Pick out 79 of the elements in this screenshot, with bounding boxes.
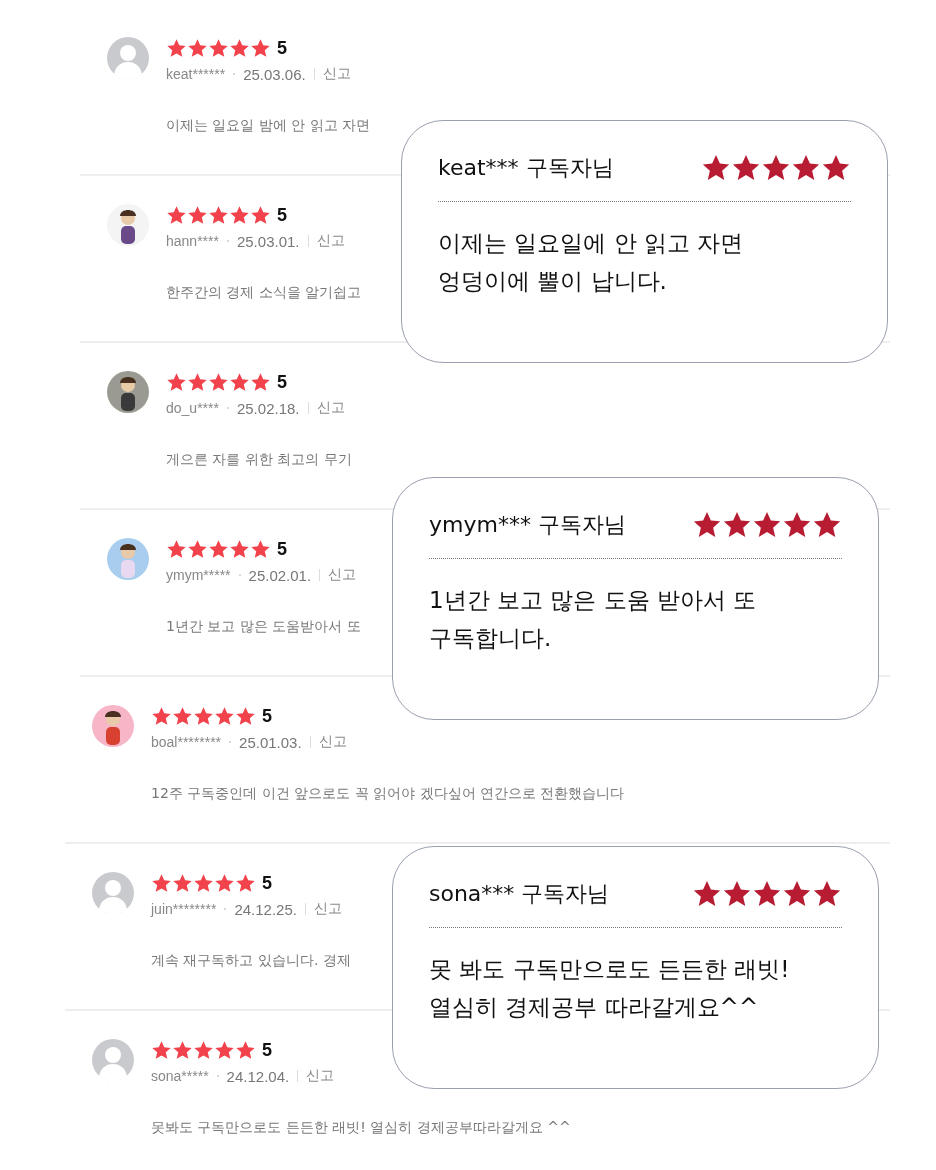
report-link[interactable]: 신고 xyxy=(306,1067,335,1085)
avatar-icon xyxy=(92,1039,134,1081)
star-icon xyxy=(214,1039,235,1061)
subscriber-name: ymym*** 구독자님 xyxy=(429,511,626,539)
star-icon xyxy=(193,1039,214,1061)
star-icon xyxy=(151,872,172,894)
star-icon xyxy=(235,1039,256,1061)
star-icon xyxy=(166,37,187,59)
star-icon xyxy=(172,1039,193,1061)
rating-score: 5 xyxy=(262,1039,272,1061)
review-text: 12주 구독중인데 이건 앞으로도 꼭 읽어야 겠다싶어 연간으로 전환했습니다 xyxy=(151,785,625,803)
callout-text: 1년간 보고 많은 도움 받아서 또 구독합니다. xyxy=(429,586,758,653)
avatar-icon xyxy=(92,872,134,914)
callout-text: 이제는 일요일에 안 읽고 자면 엉덩이에 뿔이 납니다. xyxy=(438,229,745,296)
rating-score: 5 xyxy=(277,204,287,226)
review-date: 25.01.03. xyxy=(239,733,302,751)
report-link[interactable]: 신고 xyxy=(316,232,345,250)
star-icon xyxy=(235,872,256,894)
rating-score: 5 xyxy=(277,538,287,560)
star-icon xyxy=(250,538,271,560)
review-text: 한주간의 경제 소식을 알기쉽고 xyxy=(166,284,362,302)
star-icon xyxy=(193,872,214,894)
report-link[interactable]: 신고 xyxy=(316,399,345,417)
star-icon xyxy=(229,204,250,226)
star-icon xyxy=(208,371,229,393)
star-icon xyxy=(187,371,208,393)
user-name: ymym***** xyxy=(166,567,231,583)
user-name: do_u**** xyxy=(166,400,219,416)
star-icon xyxy=(208,37,229,59)
avatar-icon xyxy=(107,37,149,79)
star-icon xyxy=(229,371,250,393)
star-icon xyxy=(250,371,271,393)
star-icon xyxy=(187,37,208,59)
review-text: 못봐도 구독만으로도 든든한 래빗! 열심히 경제공부따라갈게요 ^^ xyxy=(151,1119,571,1137)
report-link[interactable]: 신고 xyxy=(313,900,342,918)
review-date: 25.02.01. xyxy=(248,566,312,584)
star-icon xyxy=(193,705,214,727)
user-name: keat****** xyxy=(166,66,226,82)
report-link[interactable]: 신고 xyxy=(322,65,351,83)
star-icon xyxy=(151,1039,172,1061)
star-icon xyxy=(166,204,187,226)
report-link[interactable]: 신고 xyxy=(328,566,357,584)
star-icon xyxy=(166,538,187,560)
star-icon xyxy=(229,538,250,560)
star-icon xyxy=(166,371,187,393)
review-date: 24.12.25. xyxy=(234,900,297,918)
star-icon xyxy=(214,705,235,727)
rating-score: 5 xyxy=(277,37,287,59)
user-name: juin******** xyxy=(151,901,217,917)
review-text: 계속 재구독하고 있습니다. 경제 xyxy=(151,952,351,970)
star-icon xyxy=(235,705,256,727)
review-date: 25.02.18. xyxy=(236,399,300,417)
user-name: hann**** xyxy=(166,233,219,249)
callout-text: 못 봐도 구독만으로도 든든한 래빗! 열심히 경제공부 따라갈게요^^ xyxy=(429,955,791,1022)
star-icon xyxy=(229,37,250,59)
review-date: 24.12.04. xyxy=(226,1067,290,1085)
review-text: 1년간 보고 많은 도움받아서 또 xyxy=(166,618,361,636)
review-text: 게으른 자를 위한 최고의 무기 xyxy=(166,451,352,469)
rating-score: 5 xyxy=(262,872,272,894)
rating-score: 5 xyxy=(262,705,272,727)
report-link[interactable]: 신고 xyxy=(318,733,347,751)
review-text: 이제는 일요일 밤에 안 읽고 자면 xyxy=(166,117,371,135)
user-name: boal******** xyxy=(151,734,222,750)
rating-score: 5 xyxy=(277,371,287,393)
star-icon xyxy=(187,538,208,560)
star-icon xyxy=(172,872,193,894)
star-icon xyxy=(208,538,229,560)
star-icon xyxy=(172,705,193,727)
star-icon xyxy=(151,705,172,727)
subscriber-name: keat*** 구독자님 xyxy=(438,154,614,182)
review-date: 25.03.01. xyxy=(236,232,300,250)
star-icon xyxy=(214,872,235,894)
star-icon xyxy=(187,204,208,226)
star-icon xyxy=(250,37,271,59)
review-date: 25.03.06. xyxy=(243,65,306,83)
subscriber-name: sona*** 구독자님 xyxy=(429,880,610,908)
star-icon xyxy=(250,204,271,226)
user-name: sona***** xyxy=(151,1068,209,1084)
star-icon xyxy=(208,204,229,226)
